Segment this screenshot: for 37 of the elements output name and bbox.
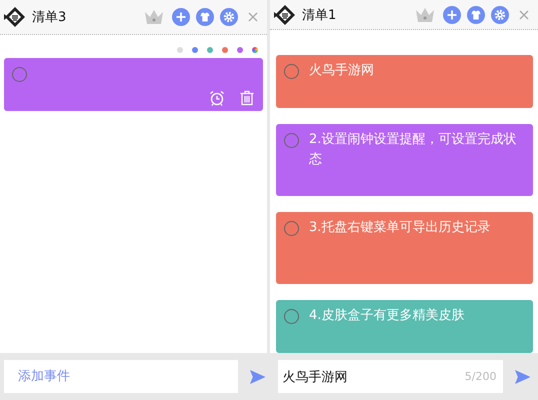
list-title: 清单3	[32, 9, 68, 26]
settings-icon[interactable]	[491, 6, 509, 24]
color-dot[interactable]	[177, 47, 183, 53]
character-counter: 5/200	[464, 370, 496, 383]
settings-icon[interactable]	[220, 8, 238, 26]
trash-icon[interactable]	[239, 90, 255, 106]
note-card[interactable]: 4.皮肤盒子有更多精美皮肤	[276, 300, 533, 353]
color-dot[interactable]	[222, 47, 228, 53]
note-text: 2.设置闹钟设置提醒，可设置完成状态	[309, 131, 518, 169]
shirt-icon[interactable]	[196, 8, 214, 26]
logo-icon	[274, 4, 296, 26]
checkbox[interactable]	[12, 67, 27, 82]
input-field[interactable]: 添加事件	[4, 360, 238, 393]
color-dot[interactable]	[237, 47, 243, 53]
color-wheel-icon[interactable]	[252, 47, 258, 53]
note-card[interactable]: 3.托盘右键菜单可导出历史记录	[276, 212, 533, 284]
add-icon[interactable]	[443, 6, 461, 24]
checkbox[interactable]	[284, 221, 299, 236]
logo-icon	[4, 6, 26, 28]
add-icon[interactable]	[172, 8, 190, 26]
color-dot[interactable]	[192, 47, 198, 53]
checkbox[interactable]	[284, 64, 299, 79]
close-icon[interactable]	[519, 10, 529, 20]
checkbox[interactable]	[284, 133, 299, 148]
list-title: 清单1	[302, 6, 338, 24]
close-icon[interactable]	[248, 12, 258, 22]
color-dot[interactable]	[207, 47, 213, 53]
note-text: 火鸟手游网	[309, 62, 374, 80]
note-text: 4.皮肤盒子有更多精美皮肤	[309, 307, 464, 325]
note-card[interactable]: 2.设置闹钟设置提醒，可设置完成状态	[276, 124, 533, 196]
note-card[interactable]: 火鸟手游网	[276, 55, 533, 108]
crown-icon[interactable]	[415, 6, 435, 22]
alarm-icon[interactable]	[209, 90, 225, 106]
note-text: 3.托盘右键菜单可导出历史记录	[309, 219, 490, 237]
shirt-icon[interactable]	[467, 6, 485, 24]
crown-icon[interactable]	[144, 9, 164, 25]
checkbox[interactable]	[284, 309, 299, 324]
